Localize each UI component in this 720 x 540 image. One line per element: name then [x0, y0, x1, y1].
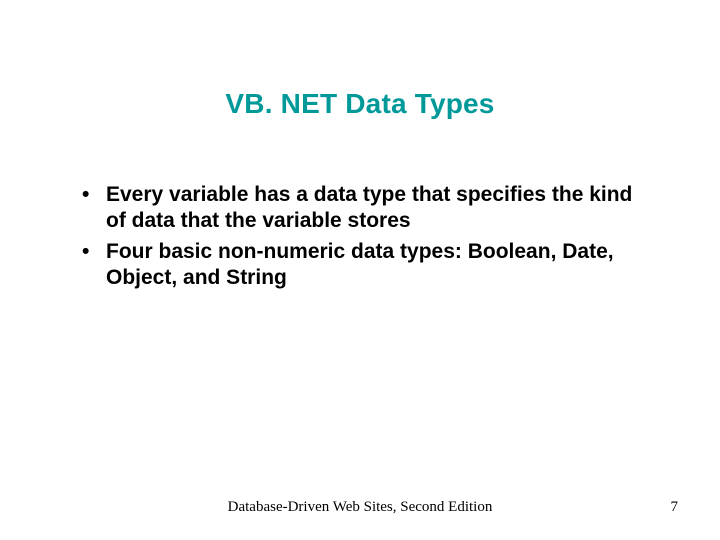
bullet-list: Every variable has a data type that spec…: [78, 182, 658, 291]
page-number: 7: [671, 499, 679, 516]
slide: VB. NET Data Types Every variable has a …: [0, 0, 720, 540]
bullet-item: Every variable has a data type that spec…: [78, 182, 658, 235]
slide-body: Every variable has a data type that spec…: [78, 182, 658, 295]
footer-text: Database-Driven Web Sites, Second Editio…: [0, 499, 720, 516]
bullet-item: Four basic non-numeric data types: Boole…: [78, 239, 658, 292]
slide-title: VB. NET Data Types: [0, 88, 720, 120]
